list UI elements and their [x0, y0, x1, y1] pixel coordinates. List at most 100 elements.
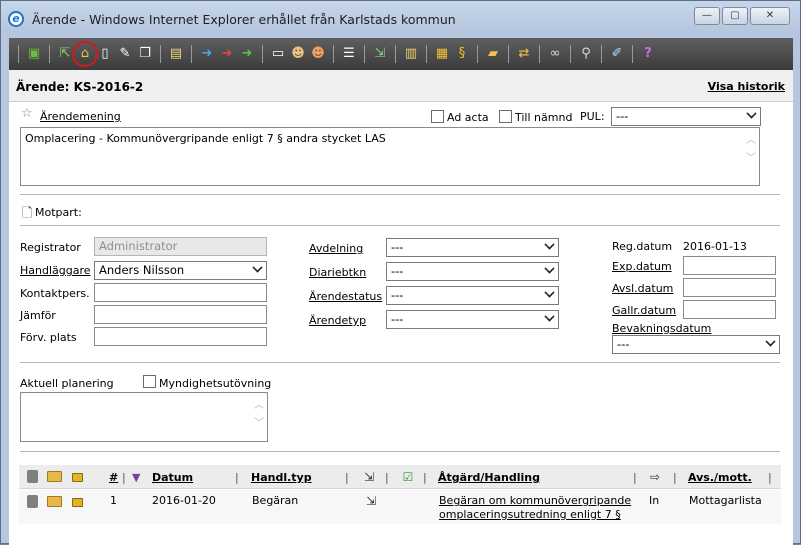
avsldatum-field[interactable]: [683, 278, 776, 297]
forv-plats-label: Förv. plats: [20, 331, 77, 344]
jamfor-field[interactable]: [94, 305, 267, 324]
planning-textarea[interactable]: ︿ ﹀: [20, 392, 268, 442]
gallrdatum-label[interactable]: Gallr.datum: [612, 304, 676, 317]
folder-icon[interactable]: [47, 496, 62, 507]
export-row-icon[interactable]: ⇲: [362, 470, 376, 484]
paragraph-icon[interactable]: §: [454, 46, 470, 62]
search-icon[interactable]: ⚲: [578, 46, 594, 62]
row-nr: 1: [110, 494, 117, 507]
handlaggare-label[interactable]: Handläggare: [20, 264, 91, 277]
col-handl-typ[interactable]: Handl.typ: [251, 471, 312, 484]
folder-icon[interactable]: [47, 471, 62, 482]
copy-document-icon[interactable]: ❐: [137, 46, 153, 62]
bevakning-select[interactable]: ---: [612, 335, 780, 354]
toolbar-separator: [191, 45, 192, 63]
diariebtkn-select[interactable]: ---: [386, 262, 559, 281]
move-icon[interactable]: ⇄: [516, 46, 532, 62]
arendestatus-label[interactable]: Ärendestatus: [309, 290, 382, 303]
grid-header: # | ▼ Datum | Handl.typ | ⇲ | ☑ | Åtgärd…: [19, 465, 781, 489]
col-separator: |: [768, 471, 772, 484]
folders-icon[interactable]: ▰: [485, 46, 501, 62]
close-icon[interactable]: ✕: [750, 7, 790, 25]
window-icon[interactable]: ▥: [403, 46, 419, 62]
scroll-arrows-icon[interactable]: ︿ ﹀: [253, 397, 265, 433]
help-icon[interactable]: ?: [640, 46, 656, 62]
export-icon[interactable]: ⇲: [372, 46, 388, 62]
registrator-label: Registrator: [20, 241, 81, 254]
col-datum[interactable]: Datum: [152, 471, 193, 484]
divider: [20, 451, 780, 452]
new-case-icon[interactable]: ⇱: [57, 46, 73, 62]
minimize-icon[interactable]: —: [694, 7, 720, 25]
export-row-icon[interactable]: ⇲: [364, 494, 378, 508]
col-avs-mott[interactable]: Avs./mott.: [688, 471, 752, 484]
arendestatus-select[interactable]: ---: [386, 286, 559, 305]
arrow-right-red-icon[interactable]: ➜: [219, 46, 235, 62]
col-atgard[interactable]: Åtgärd/Handling: [438, 471, 540, 484]
arendetyp-label[interactable]: Ärendetyp: [309, 314, 366, 327]
row-direction: In: [649, 494, 660, 507]
id-card-icon[interactable]: ▭: [270, 46, 286, 62]
col-nr[interactable]: #: [109, 471, 118, 484]
list-icon[interactable]: ☰: [341, 46, 357, 62]
chevron-down-icon: [765, 336, 776, 347]
pul-select[interactable]: ---: [611, 107, 761, 126]
arrow-right-green-icon[interactable]: ➜: [239, 46, 255, 62]
regdatum-label: Reg.datum: [612, 240, 673, 253]
pul-select-value: ---: [616, 109, 629, 123]
handlaggare-value: Anders Nilsson: [99, 263, 185, 277]
case-title: Ärende: KS-2016-2: [16, 80, 144, 94]
forv-plats-field[interactable]: [94, 327, 267, 346]
star-icon[interactable]: ☆: [21, 106, 33, 121]
direction-icon[interactable]: ⇨: [648, 470, 662, 484]
history-link[interactable]: Visa historik: [708, 80, 785, 93]
subject-label[interactable]: Ärendemening: [40, 110, 121, 123]
clipboard-icon[interactable]: ▤: [168, 46, 184, 62]
subject-textarea[interactable]: Omplacering - Kommunövergripande enligt …: [20, 127, 760, 186]
avsldatum-label[interactable]: Avsl.datum: [612, 282, 673, 295]
arrow-right-blue-icon[interactable]: ➜: [199, 46, 215, 62]
gallrdatum-field[interactable]: [683, 300, 776, 319]
table-row[interactable]: 1 2016-01-20 Begäran ⇲ Begäran om kommun…: [19, 490, 781, 524]
row-atgard-line2[interactable]: omplaceringsutredning enligt 7 §: [439, 508, 621, 521]
link-icon[interactable]: ∞: [547, 46, 563, 62]
persons-icon[interactable]: ☻: [310, 46, 326, 62]
bevakning-label[interactable]: Bevakningsdatum: [612, 322, 711, 335]
toolbar-separator: [364, 45, 365, 63]
avdelning-label[interactable]: Avdelning: [309, 242, 363, 255]
expdatum-field[interactable]: [683, 256, 776, 275]
handlaggare-select[interactable]: Anders Nilsson: [94, 261, 267, 280]
open-case-icon[interactable]: ⌂: [72, 41, 98, 67]
person-icon[interactable]: ☻: [290, 46, 306, 62]
maximize-icon[interactable]: ▢: [722, 7, 748, 25]
avdelning-select[interactable]: ---: [386, 238, 559, 257]
save-icon[interactable]: ▣: [26, 46, 42, 62]
trash-icon[interactable]: [27, 470, 38, 483]
diariebtkn-label[interactable]: Diariebtkn: [309, 266, 366, 279]
tools-icon[interactable]: ✐: [609, 46, 625, 62]
myndighet-checkbox[interactable]: [143, 375, 156, 388]
lock-icon[interactable]: [72, 473, 83, 482]
checked-doc-icon[interactable]: ☑: [401, 470, 415, 484]
scroll-arrows-icon[interactable]: ︿ ﹀: [745, 132, 757, 168]
lock-icon[interactable]: [72, 498, 83, 507]
toolbar-separator: [18, 45, 19, 63]
arendetyp-select[interactable]: ---: [386, 310, 559, 329]
document-icon[interactable]: ▯: [97, 46, 113, 62]
ad-acta-checkbox[interactable]: [431, 110, 444, 123]
row-handl-typ: Begäran: [252, 494, 299, 507]
sort-desc-icon[interactable]: ▼: [132, 471, 140, 484]
col-separator: |: [633, 471, 637, 484]
trash-icon[interactable]: [27, 495, 38, 508]
chevron-down-icon: [544, 263, 555, 274]
arendestatus-value: ---: [391, 288, 404, 302]
expdatum-label[interactable]: Exp.datum: [612, 260, 672, 273]
row-atgard-line1[interactable]: Begäran om kommunövergripande: [439, 494, 631, 507]
lock-icon[interactable]: ▦: [434, 46, 450, 62]
edit-document-icon[interactable]: ✎: [117, 46, 133, 62]
case-header: Ärende: KS-2016-2 Visa historik: [9, 70, 793, 102]
toolbar-separator: [395, 45, 396, 63]
till-namnd-checkbox[interactable]: [499, 110, 512, 123]
chevron-down-icon: [544, 311, 555, 322]
kontaktpers-field[interactable]: [94, 283, 267, 302]
